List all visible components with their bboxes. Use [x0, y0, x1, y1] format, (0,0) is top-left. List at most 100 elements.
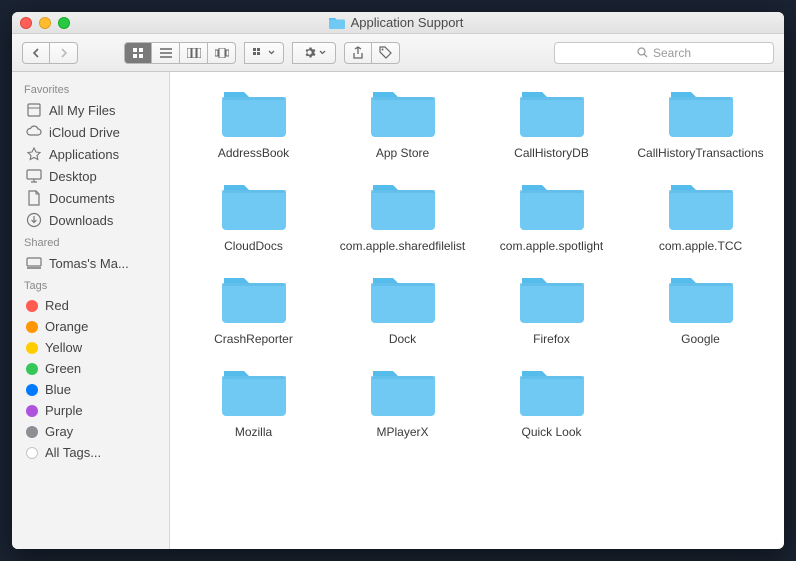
sidebar-item-label: All Tags...	[45, 445, 101, 460]
folder-icon	[367, 272, 439, 328]
list-view-button[interactable]	[152, 42, 180, 64]
folder-item[interactable]: Dock	[331, 272, 474, 347]
folder-item[interactable]: Firefox	[480, 272, 623, 347]
folder-item[interactable]: Quick Look	[480, 365, 623, 440]
sidebar-item-label: Green	[45, 361, 81, 376]
folder-icon	[218, 179, 290, 235]
share-button[interactable]	[344, 42, 372, 64]
folder-icon	[516, 272, 588, 328]
folder-icon	[218, 365, 290, 421]
gear-icon	[303, 46, 316, 59]
sidebar-item-label: Gray	[45, 424, 73, 439]
sidebar-item[interactable]: Tomas's Ma...	[12, 252, 169, 274]
sidebar-tag-item[interactable]: Gray	[12, 421, 169, 442]
sidebar-tag-item[interactable]: Red	[12, 295, 169, 316]
sidebar-item-label: iCloud Drive	[49, 125, 120, 140]
tag-dot-icon	[26, 405, 38, 417]
sidebar-item-label: Orange	[45, 319, 88, 334]
folder-icon	[367, 179, 439, 235]
folder-grid: AddressBook App Store CallHistoryDB Call…	[182, 86, 772, 440]
folder-icon	[367, 86, 439, 142]
sidebar-item[interactable]: Desktop	[12, 165, 169, 187]
downloads-icon	[26, 212, 42, 228]
minimize-button[interactable]	[39, 17, 51, 29]
sidebar-item-label: Applications	[49, 147, 119, 162]
sidebar-item[interactable]: Downloads	[12, 209, 169, 231]
folder-item[interactable]: CrashReporter	[182, 272, 325, 347]
folder-icon	[218, 86, 290, 142]
folder-item[interactable]: Mozilla	[182, 365, 325, 440]
sidebar-item-label: Red	[45, 298, 69, 313]
folder-icon	[218, 272, 290, 328]
share-icon	[352, 46, 364, 60]
folder-label: Google	[681, 332, 720, 347]
tag-dot-icon	[26, 342, 38, 354]
icon-view-button[interactable]	[124, 42, 152, 64]
folder-label: Mozilla	[235, 425, 272, 440]
tag-icon	[379, 46, 392, 59]
sidebar-tag-item[interactable]: Yellow	[12, 337, 169, 358]
sidebar-tag-item[interactable]: Blue	[12, 379, 169, 400]
columns-icon	[187, 48, 201, 58]
sidebar-item[interactable]: iCloud Drive	[12, 121, 169, 143]
arrange-button[interactable]	[244, 42, 284, 64]
content-area[interactable]: AddressBook App Store CallHistoryDB Call…	[170, 72, 784, 549]
folder-icon	[665, 272, 737, 328]
tags-button[interactable]	[372, 42, 400, 64]
sidebar-item-label: Tomas's Ma...	[49, 256, 129, 271]
sidebar-item[interactable]: All My Files	[12, 99, 169, 121]
forward-button[interactable]	[50, 42, 78, 64]
back-button[interactable]	[22, 42, 50, 64]
arrange-icon	[253, 48, 265, 58]
folder-item[interactable]: CloudDocs	[182, 179, 325, 254]
action-button[interactable]	[292, 42, 336, 64]
tag-dot-icon	[26, 321, 38, 333]
folder-item[interactable]: com.apple.TCC	[629, 179, 772, 254]
grid-icon	[132, 47, 144, 59]
sidebar-item-label: Desktop	[49, 169, 97, 184]
coverflow-view-button[interactable]	[208, 42, 236, 64]
folder-item[interactable]: com.apple.spotlight	[480, 179, 623, 254]
sidebar-item-label: Documents	[49, 191, 115, 206]
view-mode-buttons	[124, 42, 236, 64]
sidebar-section-header: Tags	[12, 274, 169, 295]
folder-item[interactable]: CallHistoryTransactions	[629, 86, 772, 161]
sidebar-item[interactable]: Applications	[12, 143, 169, 165]
sidebar: FavoritesAll My Files iCloud Drive Applica…	[12, 72, 170, 549]
folder-item[interactable]: MPlayerX	[331, 365, 474, 440]
cloud-icon	[26, 124, 42, 140]
sidebar-item-label: Blue	[45, 382, 71, 397]
search-input[interactable]: Search	[554, 42, 774, 64]
sidebar-tag-item[interactable]: Orange	[12, 316, 169, 337]
folder-icon	[665, 179, 737, 235]
sidebar-tag-item[interactable]: Green	[12, 358, 169, 379]
tag-dot-icon	[26, 426, 38, 438]
folder-item[interactable]: CallHistoryDB	[480, 86, 623, 161]
applications-icon	[26, 146, 42, 162]
coverflow-icon	[215, 48, 229, 58]
chevron-right-icon	[60, 48, 68, 58]
tag-dot-icon	[26, 447, 38, 459]
action-group	[292, 42, 336, 64]
sidebar-tag-item[interactable]: Purple	[12, 400, 169, 421]
close-button[interactable]	[20, 17, 32, 29]
folder-item[interactable]: AddressBook	[182, 86, 325, 161]
maximize-button[interactable]	[58, 17, 70, 29]
folder-icon	[516, 86, 588, 142]
sidebar-item[interactable]: Documents	[12, 187, 169, 209]
folder-label: CloudDocs	[224, 239, 283, 254]
search-placeholder: Search	[653, 46, 691, 60]
folder-item[interactable]: Google	[629, 272, 772, 347]
sidebar-section-header: Favorites	[12, 78, 169, 99]
folder-label: com.apple.sharedfilelist	[340, 239, 465, 254]
sidebar-tag-item[interactable]: All Tags...	[12, 442, 169, 463]
titlebar: Application Support	[12, 12, 784, 34]
finder-window: Application Support	[12, 12, 784, 549]
desktop-icon	[26, 168, 42, 184]
tag-dot-icon	[26, 363, 38, 375]
folder-item[interactable]: com.apple.sharedfilelist	[331, 179, 474, 254]
folder-item[interactable]: App Store	[331, 86, 474, 161]
folder-label: Dock	[389, 332, 416, 347]
column-view-button[interactable]	[180, 42, 208, 64]
list-icon	[160, 48, 172, 58]
